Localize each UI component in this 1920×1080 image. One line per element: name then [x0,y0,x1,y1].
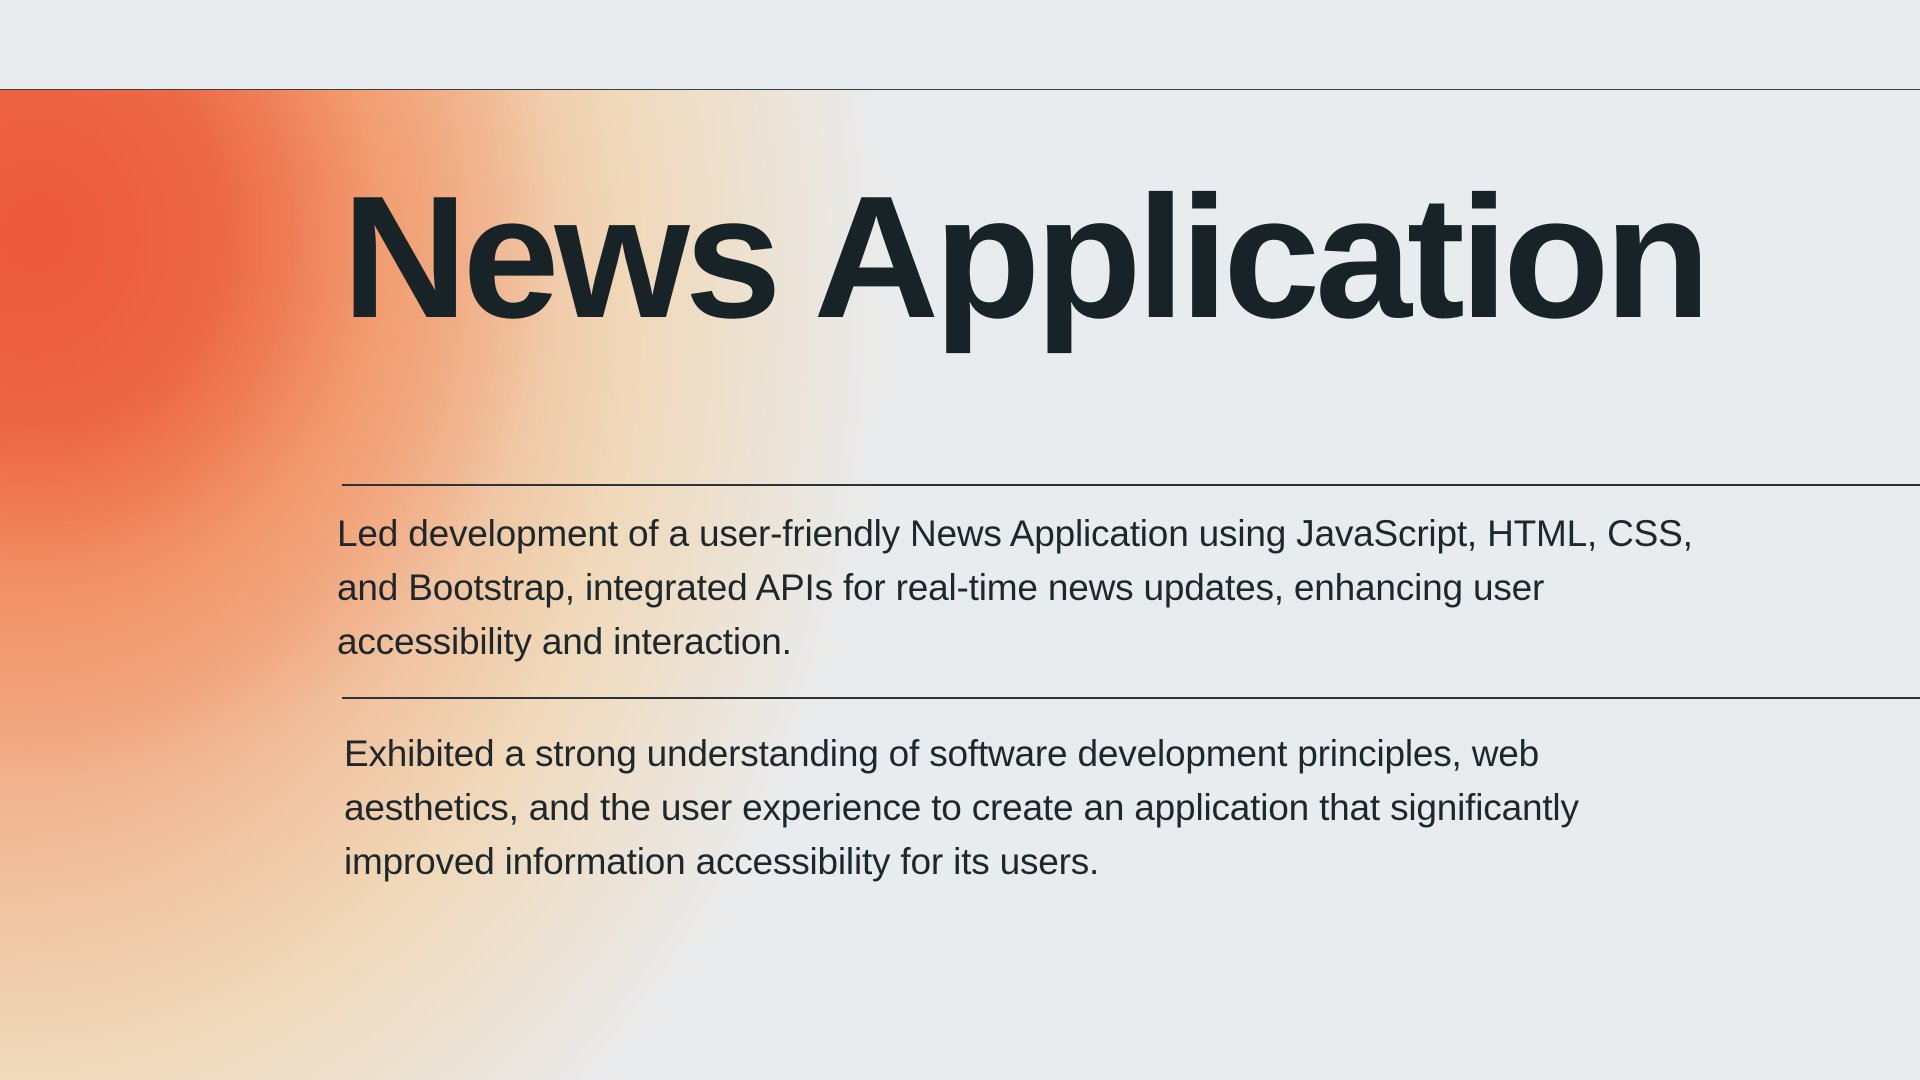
description-paragraph-2: Exhibited a strong understanding of soft… [344,733,1579,882]
divider-1 [342,484,1920,486]
slide: News Application Led development of a us… [0,0,1920,1080]
divider-2 [342,697,1920,699]
description-paragraph-1: Led development of a user-friendly News … [337,513,1693,662]
top-divider [0,89,1920,90]
slide-title: News Application [342,159,1711,354]
